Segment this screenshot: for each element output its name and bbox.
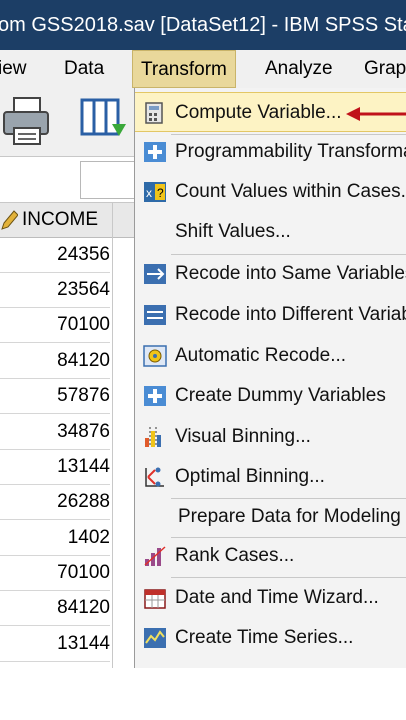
column-header-income[interactable]: INCOME — [0, 203, 134, 238]
grid-column-divider — [112, 203, 113, 668]
window-title: om GSS2018.sav [DataSet12] - IBM SPSS St… — [0, 14, 406, 36]
menu-data[interactable]: Data — [64, 50, 104, 88]
table-cell[interactable]: 70100 — [0, 307, 110, 343]
menu-item-label: Prepare Data for Modeling — [178, 506, 401, 527]
table-cell[interactable]: 24356 — [0, 237, 110, 273]
menu-bar: iew Data Transform Analyze Grap — [0, 50, 406, 88]
table-cell[interactable]: 84120 — [0, 343, 110, 379]
visual-binning-icon — [145, 427, 161, 447]
blank-area — [0, 668, 406, 720]
time-series-icon — [144, 628, 166, 648]
transform-menu: Compute Variable... Programmability Tran… — [134, 88, 406, 668]
window-title-bar: om GSS2018.sav [DataSet12] - IBM SPSS St… — [0, 0, 406, 50]
menu-item-label: Compute Variable... — [175, 102, 342, 123]
pencil-icon — [1, 210, 18, 230]
menu-item-label: Optimal Binning... — [175, 466, 325, 487]
annotation-arrow-icon — [346, 107, 406, 121]
toolbar — [0, 88, 134, 156]
count-icon: x ? — [144, 182, 166, 202]
menu-item-label: Automatic Recode... — [175, 345, 347, 366]
calendar-icon — [144, 589, 166, 609]
menu-item-prepare-data[interactable]: Prepare Data for Modeling — [135, 497, 406, 537]
plus-icon — [144, 142, 166, 162]
menu-item-label: Recode into Same Variables... — [175, 263, 406, 284]
menu-item-create-dummy-variables[interactable]: Create Dummy Variables — [135, 376, 406, 416]
table-cell[interactable]: 23564 — [0, 272, 110, 308]
menu-view[interactable]: iew — [0, 50, 27, 88]
optimal-binning-icon — [145, 467, 164, 487]
table-cell[interactable]: 84120 — [0, 590, 110, 626]
menu-item-label: Visual Binning... — [175, 426, 311, 447]
menu-item-label: Shift Values... — [175, 221, 291, 242]
automatic-recode-icon — [143, 345, 167, 367]
recode-different-icon — [144, 305, 166, 325]
svg-text:?: ? — [157, 186, 164, 200]
menu-item-count-values[interactable]: x ? Count Values within Cases... — [135, 172, 406, 212]
menu-item-shift-values[interactable]: Shift Values... — [135, 212, 406, 252]
menu-item-automatic-recode[interactable]: Automatic Recode... — [135, 336, 406, 376]
menu-analyze[interactable]: Analyze — [265, 50, 333, 88]
menu-item-label: Date and Time Wizard... — [175, 587, 379, 608]
cell-value-field[interactable] — [80, 161, 136, 199]
table-cell[interactable]: 34876 — [0, 414, 110, 450]
menu-item-rank-cases[interactable]: Rank Cases... — [135, 536, 406, 576]
menu-item-optimal-binning[interactable]: Optimal Binning... — [135, 457, 406, 497]
menu-item-label: Create Time Series... — [175, 627, 354, 648]
menu-item-recode-different[interactable]: Recode into Different Variables... — [135, 295, 406, 335]
menu-item-recode-same[interactable]: Recode into Same Variables... — [135, 254, 406, 294]
table-cell[interactable]: 70100 — [0, 555, 110, 591]
calculator-icon — [145, 102, 163, 124]
table-cell[interactable]: 26288 — [0, 484, 110, 520]
menu-item-label: Create Dummy Variables — [175, 385, 386, 406]
menu-item-label: Rank Cases... — [175, 545, 295, 566]
menu-item-create-time-series[interactable]: Create Time Series... — [135, 618, 406, 658]
menu-item-label: Programmability Transformation... — [175, 141, 406, 162]
menu-item-date-time-wizard[interactable]: Date and Time Wizard... — [135, 578, 406, 618]
cell-editor-row — [0, 156, 136, 203]
menu-item-label: Count Values within Cases... — [175, 181, 406, 202]
menu-item-visual-binning[interactable]: Visual Binning... — [135, 417, 406, 457]
table-cell[interactable]: 1402 — [0, 520, 110, 556]
plus-icon — [144, 386, 166, 406]
variables-icon[interactable] — [78, 94, 130, 148]
print-icon[interactable] — [0, 94, 52, 148]
table-cell[interactable]: 57876 — [0, 378, 110, 414]
menu-transform[interactable]: Transform — [132, 50, 236, 88]
column-header-label: INCOME — [22, 209, 98, 230]
rank-icon — [144, 546, 166, 566]
recode-same-icon — [144, 264, 166, 284]
table-cell[interactable]: 13144 — [0, 626, 110, 662]
svg-text:x: x — [146, 186, 152, 200]
table-cell[interactable]: 13144 — [0, 449, 110, 485]
menu-item-label: Recode into Different Variables... — [175, 304, 406, 325]
menu-item-programmability-transformation[interactable]: Programmability Transformation... — [135, 132, 406, 172]
menu-graphs[interactable]: Grap — [364, 50, 406, 88]
